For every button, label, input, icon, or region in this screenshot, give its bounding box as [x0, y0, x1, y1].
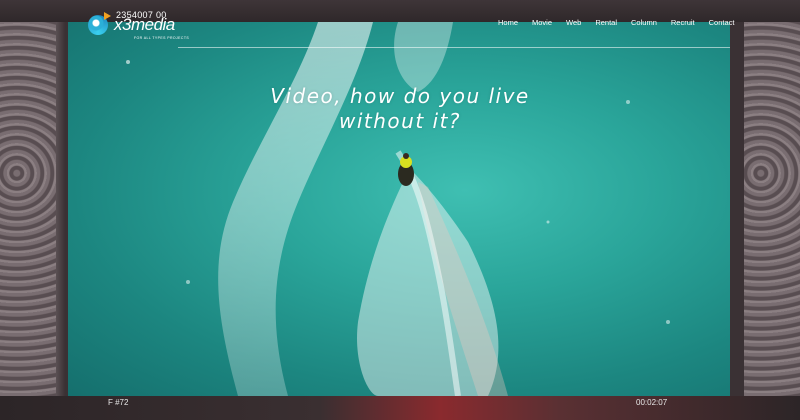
nav-movie[interactable]: Movie — [532, 18, 552, 27]
nav-web[interactable]: Web — [566, 18, 581, 27]
ocean-scene — [126, 22, 670, 396]
wave-foam — [218, 22, 373, 396]
timecode: 00:02:07 — [636, 398, 668, 407]
nav-contact[interactable]: Contact — [709, 18, 735, 27]
nav-column[interactable]: Column — [631, 18, 657, 27]
headline-line-1: Video, how do you live — [270, 84, 530, 108]
site-logo[interactable]: x3media FOR ALL TYPES PROJECTS — [88, 12, 198, 40]
nav-recruit[interactable]: Recruit — [671, 18, 695, 27]
foam-top — [394, 22, 453, 92]
left-film-border — [0, 22, 56, 400]
nav-divider-line — [178, 47, 730, 48]
logo-play-icon — [104, 12, 111, 20]
logo-text: x3media — [114, 15, 175, 34]
logo-tagline: FOR ALL TYPES PROJECTS — [134, 36, 190, 40]
nav-home[interactable]: Home — [498, 18, 518, 27]
frame-counter: F #72 — [108, 398, 129, 407]
rider-head — [403, 153, 409, 159]
headline-line-2: without it? — [338, 109, 462, 133]
hero-headline: Video, how do you live without it? — [230, 84, 570, 134]
main-nav: Home Movie Web Rental Column Recruit Con… — [498, 18, 748, 27]
nav-rental[interactable]: Rental — [595, 18, 617, 27]
right-film-border — [744, 22, 800, 400]
hero-video[interactable] — [68, 22, 730, 396]
